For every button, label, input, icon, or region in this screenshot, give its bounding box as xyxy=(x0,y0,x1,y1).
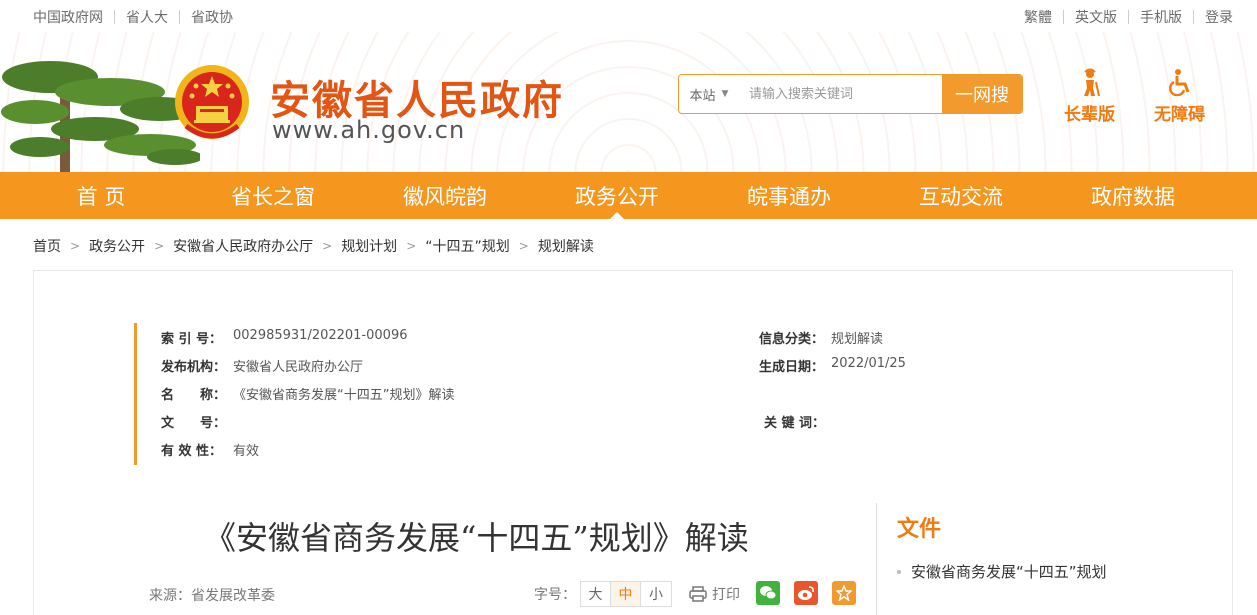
search-box: 本站 ▼ 一网搜 xyxy=(678,74,1023,114)
breadcrumb: 首页 > 政务公开 > 安徽省人民政府办公厅 > 规划计划 > “十四五”规划 … xyxy=(33,236,594,256)
link-login[interactable]: 登录 xyxy=(1205,7,1233,27)
nav-home[interactable]: 首 页 xyxy=(15,172,187,219)
nav-services[interactable]: 皖事通办 xyxy=(703,172,875,219)
related-file-link[interactable]: 安徽省商务发展“十四五”规划 xyxy=(897,557,1137,587)
accessibility-label: 无障碍 xyxy=(1154,105,1205,125)
meta-name-value: 《安徽省商务发展“十四五”规划》解读 xyxy=(233,388,455,403)
elder-mode-button[interactable]: 长辈版 xyxy=(1064,68,1115,125)
divider xyxy=(179,10,180,24)
related-files-sidebar: 文件 安徽省商务发展“十四五”规划 xyxy=(876,503,1107,615)
search-button[interactable]: 一网搜 xyxy=(942,75,1022,113)
meta-doc-number-key: 文 号： xyxy=(161,416,227,431)
meta-validity-key: 有 效 性： xyxy=(161,444,223,459)
font-size-large[interactable]: 大 xyxy=(581,582,611,606)
breadcrumb-14th-plan[interactable]: “十四五”规划 xyxy=(425,236,510,256)
link-gov-cn[interactable]: 中国政府网 xyxy=(33,7,103,27)
printer-icon xyxy=(689,586,707,602)
accessibility-button[interactable]: 无障碍 xyxy=(1154,68,1205,125)
caret-down-icon: ▼ xyxy=(721,89,729,99)
chevron-right-icon: > xyxy=(322,239,333,253)
meta-index-value: 002985931/202201-00096 xyxy=(233,328,408,343)
breadcrumb-gov-affairs[interactable]: 政务公开 xyxy=(89,236,145,256)
meta-publisher-key: 发布机构： xyxy=(161,360,227,375)
link-english[interactable]: 英文版 xyxy=(1075,7,1117,27)
print-button[interactable]: 打印 xyxy=(689,584,740,604)
search-input[interactable] xyxy=(739,75,942,113)
chevron-right-icon: > xyxy=(406,239,417,253)
breadcrumb-home[interactable]: 首页 xyxy=(33,236,61,256)
chevron-right-icon: > xyxy=(154,239,165,253)
top-left-links: 中国政府网 省人大 省政协 xyxy=(33,7,233,27)
meta-index: 索 引 号： 002985931/202201-00096 xyxy=(161,328,408,347)
top-right-links: 繁體 英文版 手机版 登录 xyxy=(1024,7,1233,27)
meta-category-key: 信息分类： xyxy=(759,332,825,347)
meta-category: 信息分类： 规划解读 xyxy=(759,328,883,347)
meta-date-key: 生成日期： xyxy=(759,360,825,375)
share-weibo-button[interactable] xyxy=(794,581,818,605)
search-scope-label: 本站 xyxy=(689,88,716,104)
article-title: 《安徽省商务发展“十四五”规划》解读 xyxy=(204,519,749,557)
divider xyxy=(1128,10,1129,24)
meta-category-value: 规划解读 xyxy=(831,332,884,347)
link-provincial-congress[interactable]: 省人大 xyxy=(126,7,168,27)
font-size-small[interactable]: 小 xyxy=(641,582,671,606)
meta-validity-value: 有效 xyxy=(233,444,260,459)
font-size-options: 大 中 小 xyxy=(580,581,672,607)
breadcrumb-plan-interpretation[interactable]: 规划解读 xyxy=(538,236,594,256)
meta-publisher-value: 安徽省人民政府办公厅 xyxy=(233,360,364,375)
meta-keywords: 关 键 词： xyxy=(764,412,836,431)
meta-index-key: 索 引 号： xyxy=(161,332,223,347)
nav-governor[interactable]: 省长之窗 xyxy=(187,172,359,219)
divider xyxy=(1063,10,1064,24)
top-bar: 中国政府网 省人大 省政协 繁體 英文版 手机版 登录 xyxy=(0,0,1257,32)
meta-doc-number: 文 号： xyxy=(161,412,233,431)
star-icon xyxy=(836,585,852,601)
divider xyxy=(1193,10,1194,24)
link-traditional[interactable]: 繁體 xyxy=(1024,7,1052,27)
site-url: www.ah.gov.cn xyxy=(272,116,466,144)
site-header: 安徽省人民政府 www.ah.gov.cn 本站 ▼ 一网搜 长辈版 无障碍 xyxy=(0,32,1257,172)
elder-mode-label: 长辈版 xyxy=(1064,105,1115,125)
nav-interaction[interactable]: 互动交流 xyxy=(875,172,1047,219)
breadcrumb-plans[interactable]: 规划计划 xyxy=(341,236,397,256)
wechat-icon xyxy=(760,586,777,600)
nav-gov-data[interactable]: 政府数据 xyxy=(1047,172,1219,219)
meta-keywords-key: 关 键 词： xyxy=(764,416,826,431)
meta-name: 名 称： 《安徽省商务发展“十四五”规划》解读 xyxy=(161,384,454,403)
article-source: 来源：省发展改革委 xyxy=(149,588,275,604)
meta-date-value: 2022/01/25 xyxy=(831,356,906,371)
document-meta: 索 引 号： 002985931/202201-00096 信息分类： 规划解读… xyxy=(134,323,1134,465)
meta-validity: 有 效 性： 有效 xyxy=(161,440,259,459)
nav-culture[interactable]: 徽风皖韵 xyxy=(359,172,531,219)
weibo-icon xyxy=(798,586,814,600)
content-panel: 索 引 号： 002985931/202201-00096 信息分类： 规划解读… xyxy=(33,270,1233,615)
chevron-right-icon: > xyxy=(518,239,529,253)
related-files-title: 文件 xyxy=(897,517,942,542)
nav-gov-affairs[interactable]: 政务公开 xyxy=(531,172,703,219)
meta-date: 生成日期： 2022/01/25 xyxy=(759,356,906,375)
meta-name-key: 名 称： xyxy=(161,388,227,403)
breadcrumb-office[interactable]: 安徽省人民政府办公厅 xyxy=(173,236,313,256)
chevron-right-icon: > xyxy=(70,239,81,253)
search-scope-select[interactable]: 本站 ▼ xyxy=(679,75,739,113)
font-size-label: 字号： xyxy=(534,587,576,603)
elder-icon xyxy=(1083,68,1100,96)
divider xyxy=(114,10,115,24)
link-cppcc[interactable]: 省政协 xyxy=(191,7,233,27)
national-emblem-icon xyxy=(175,65,249,139)
pine-tree-icon xyxy=(1,61,200,172)
main-nav: 首 页 省长之窗 徽风皖韵 政务公开 皖事通办 互动交流 政府数据 xyxy=(0,172,1257,219)
link-mobile[interactable]: 手机版 xyxy=(1140,7,1182,27)
wheelchair-icon xyxy=(1168,69,1189,96)
favorite-button[interactable] xyxy=(832,581,856,605)
font-size-medium[interactable]: 中 xyxy=(611,582,641,606)
meta-publisher: 发布机构： 安徽省人民政府办公厅 xyxy=(161,356,363,375)
share-wechat-button[interactable] xyxy=(756,581,780,605)
font-size-control: 字号： 大 中 小 xyxy=(534,581,672,607)
print-label: 打印 xyxy=(712,587,740,603)
